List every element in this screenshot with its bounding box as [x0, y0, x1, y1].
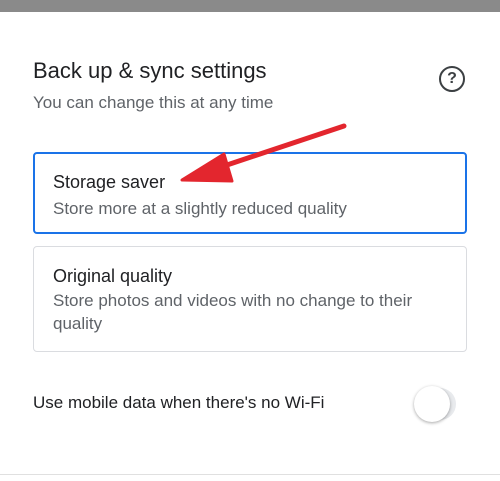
option-storage-saver[interactable]: Storage saver Store more at a slightly r… [33, 152, 467, 234]
option-title: Original quality [53, 266, 173, 286]
page-title: Back up & sync settings [33, 58, 267, 83]
top-bar [0, 0, 500, 12]
option-description: Store photos and videos with no change t… [53, 291, 413, 333]
option-description: Store more at a slightly reduced quality [53, 199, 347, 218]
option-title: Storage saver [53, 172, 166, 192]
help-icon[interactable]: ? [439, 66, 465, 92]
option-original-quality[interactable]: Original quality Store photos and videos… [33, 246, 467, 352]
toggle-thumb [414, 386, 450, 422]
page-subtitle: You can change this at any time [33, 93, 274, 112]
bottom-divider [0, 474, 500, 475]
mobile-data-toggle[interactable] [414, 386, 456, 422]
mobile-data-label: Use mobile data when there's no Wi-Fi [33, 393, 325, 412]
